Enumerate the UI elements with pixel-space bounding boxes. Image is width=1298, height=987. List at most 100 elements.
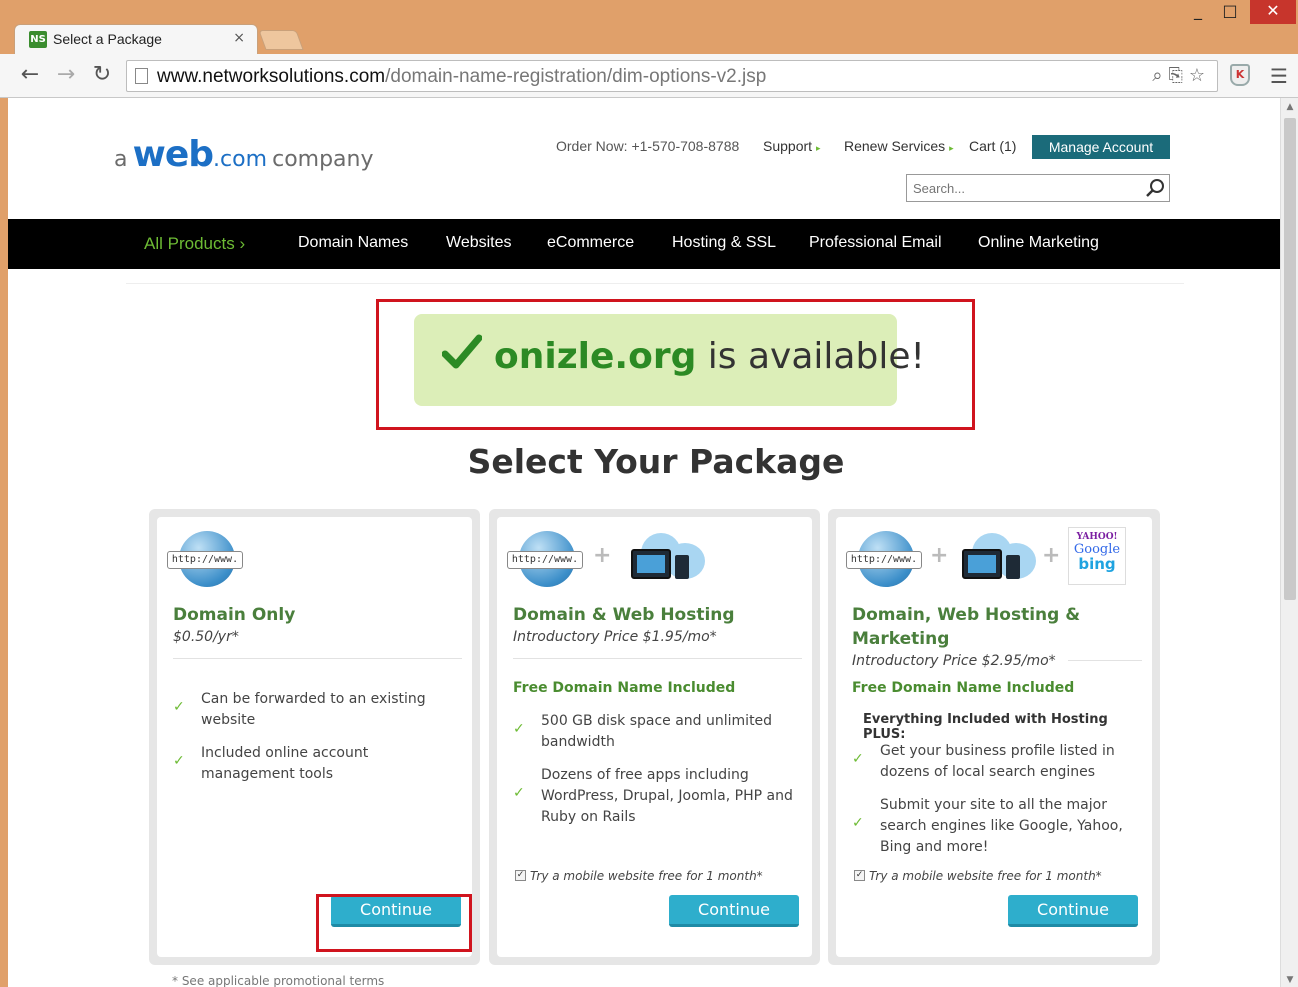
manage-account-button[interactable]: Manage Account xyxy=(1032,135,1170,159)
package-title: Domain, Web Hosting & Marketing xyxy=(852,605,1081,649)
search-icon[interactable] xyxy=(1145,178,1165,198)
feature-text: Included online account management tools xyxy=(201,745,369,782)
page-icon xyxy=(135,68,148,84)
cloud-devices-icon xyxy=(952,527,1036,587)
address-bar[interactable]: www.networksolutions.com/domain-name-reg… xyxy=(126,60,1218,92)
scroll-up-arrow-icon[interactable]: ▲ xyxy=(1281,102,1298,112)
translate-icon[interactable]: ⎘ xyxy=(1168,65,1188,86)
check-icon: ✓ xyxy=(852,751,864,767)
page-title: Select Your Package xyxy=(467,442,845,481)
omnibox-icons: ⌕⎘☆ xyxy=(1152,65,1211,86)
renew-arrow-icon: ▸ xyxy=(949,143,954,153)
forward-arrow-icon[interactable]: → xyxy=(52,62,80,90)
support-arrow-icon: ▸ xyxy=(816,143,821,153)
package-price: Introductory Price $2.95/mo* xyxy=(852,653,1056,669)
check-icon: ✓ xyxy=(173,753,185,769)
page-scrollbar[interactable]: ▲ ▼ xyxy=(1280,98,1298,987)
feature-text: Dozens of free apps including WordPress,… xyxy=(541,767,793,825)
package-title: Domain Only xyxy=(173,605,296,625)
zoom-icon[interactable]: ⌕ xyxy=(1152,65,1168,86)
nav-all-products-label: All Products xyxy=(144,234,235,253)
window-close-button[interactable]: ✕ xyxy=(1250,0,1296,24)
support-link[interactable]: Support ▸ xyxy=(763,138,821,154)
renew-label: Renew Services xyxy=(844,138,946,154)
globe-icon: http://www. xyxy=(167,531,245,591)
search-engines-logo: YAHOO! Google bing xyxy=(1068,527,1126,585)
globe-label: http://www. xyxy=(507,551,583,569)
cloud-devices-icon xyxy=(621,527,705,587)
scroll-thumb[interactable] xyxy=(1284,118,1296,600)
reload-icon[interactable]: ↻ xyxy=(88,62,116,90)
page-viewport: a web.com company Order Now: +1-570-708-… xyxy=(8,98,1280,987)
url-domain: www.networksolutions.com xyxy=(157,66,386,87)
package-price: $0.50/yr* xyxy=(173,629,239,645)
bing-logo: bing xyxy=(1078,555,1116,573)
feature-text: Get your business profile listed in doze… xyxy=(880,743,1115,780)
renew-services-link[interactable]: Renew Services ▸ xyxy=(844,138,954,154)
nav-hosting-ssl[interactable]: Hosting & SSL xyxy=(672,234,776,252)
check-icon: ✓ xyxy=(852,815,864,831)
package-title: Domain & Web Hosting xyxy=(513,605,735,625)
mobile-website-checkbox[interactable]: ✓ xyxy=(515,870,526,881)
nav-online-marketing[interactable]: Online Marketing xyxy=(978,234,1099,252)
extension-shield-icon[interactable]: K xyxy=(1230,64,1250,86)
tab-close-icon[interactable]: × xyxy=(233,30,245,46)
browser-tab[interactable]: NS Select a Package × xyxy=(14,24,258,54)
check-icon: ✓ xyxy=(173,699,185,715)
continue-button-domain-hosting[interactable]: Continue xyxy=(669,895,799,927)
url-text[interactable]: www.networksolutions.com/domain-name-reg… xyxy=(157,66,766,88)
mobile-website-checkbox[interactable]: ✓ xyxy=(854,870,865,881)
package-divider xyxy=(1068,660,1142,661)
logo-a: a xyxy=(114,147,128,172)
back-arrow-icon[interactable]: ← xyxy=(16,62,44,90)
mobile-website-label: Try a mobile website free for 1 month* xyxy=(869,868,1102,883)
globe-icon: http://www. xyxy=(846,531,924,591)
yahoo-logo: YAHOO! xyxy=(1076,532,1118,542)
promo-terms-footnote: * See applicable promotional terms xyxy=(172,974,385,987)
check-icon: ✓ xyxy=(513,785,525,801)
nav-domain-names[interactable]: Domain Names xyxy=(298,234,408,252)
mobile-website-option[interactable]: ✓ Try a mobile website free for 1 month* xyxy=(515,865,763,884)
plus-icon: + xyxy=(930,543,949,568)
continue-highlight xyxy=(316,894,472,952)
logo-company: company xyxy=(272,147,374,172)
mobile-website-label: Try a mobile website free for 1 month* xyxy=(530,868,763,883)
cart-link[interactable]: Cart (1) xyxy=(969,138,1016,154)
content-divider xyxy=(126,283,1184,284)
logo-com: .com xyxy=(213,147,268,172)
site-search xyxy=(906,174,1170,202)
nav-ecommerce[interactable]: eCommerce xyxy=(547,234,634,252)
plus-heading: Everything Included with Hosting PLUS: xyxy=(863,712,1108,742)
window-maximize-button[interactable]: □ xyxy=(1214,0,1246,24)
browser-toolbar: ← → ↻ www.networksolutions.com/domain-na… xyxy=(0,54,1298,98)
continue-button-domain-hosting-marketing[interactable]: Continue xyxy=(1008,895,1138,927)
package-divider xyxy=(173,658,462,659)
feature-text: Submit your site to all the major search… xyxy=(880,797,1123,855)
package-card-domain-hosting: http://www. + Domain & Web Hosting Intro… xyxy=(489,509,820,965)
globe-label: http://www. xyxy=(846,551,922,569)
webcom-logo[interactable]: a web.com company xyxy=(114,134,374,175)
free-domain-label: Free Domain Name Included xyxy=(513,680,736,696)
globe-icon: http://www. xyxy=(507,531,585,591)
availability-highlight xyxy=(376,299,975,430)
package-card-domain-hosting-marketing: http://www. + + YAHOO! Google bing Domai… xyxy=(828,509,1160,965)
new-tab-button[interactable] xyxy=(258,30,304,50)
window-minimize-button[interactable]: _ xyxy=(1182,0,1214,24)
plus-icon: + xyxy=(1042,543,1061,568)
tab-favicon-icon: NS xyxy=(29,31,47,48)
tab-title: Select a Package xyxy=(53,31,162,47)
mobile-website-option[interactable]: ✓ Try a mobile website free for 1 month* xyxy=(854,865,1102,884)
globe-label: http://www. xyxy=(167,551,243,569)
order-phone: Order Now: +1-570-708-8788 xyxy=(556,138,740,154)
package-card-body: http://www. Domain Only $0.50/yr* ✓ Can … xyxy=(157,517,472,957)
package-divider xyxy=(513,658,802,659)
nav-websites[interactable]: Websites xyxy=(446,234,512,252)
nav-all-products[interactable]: All Products › xyxy=(144,234,245,254)
main-navbar: All Products › Domain Names Websites eCo… xyxy=(8,219,1280,269)
nav-professional-email[interactable]: Professional Email xyxy=(809,234,942,252)
browser-menu-icon[interactable]: ☰ xyxy=(1270,64,1288,88)
bookmark-star-icon[interactable]: ☆ xyxy=(1189,65,1211,86)
scroll-down-arrow-icon[interactable]: ▼ xyxy=(1281,975,1298,985)
search-input[interactable] xyxy=(907,175,1137,201)
chevron-right-icon: › xyxy=(239,234,246,253)
